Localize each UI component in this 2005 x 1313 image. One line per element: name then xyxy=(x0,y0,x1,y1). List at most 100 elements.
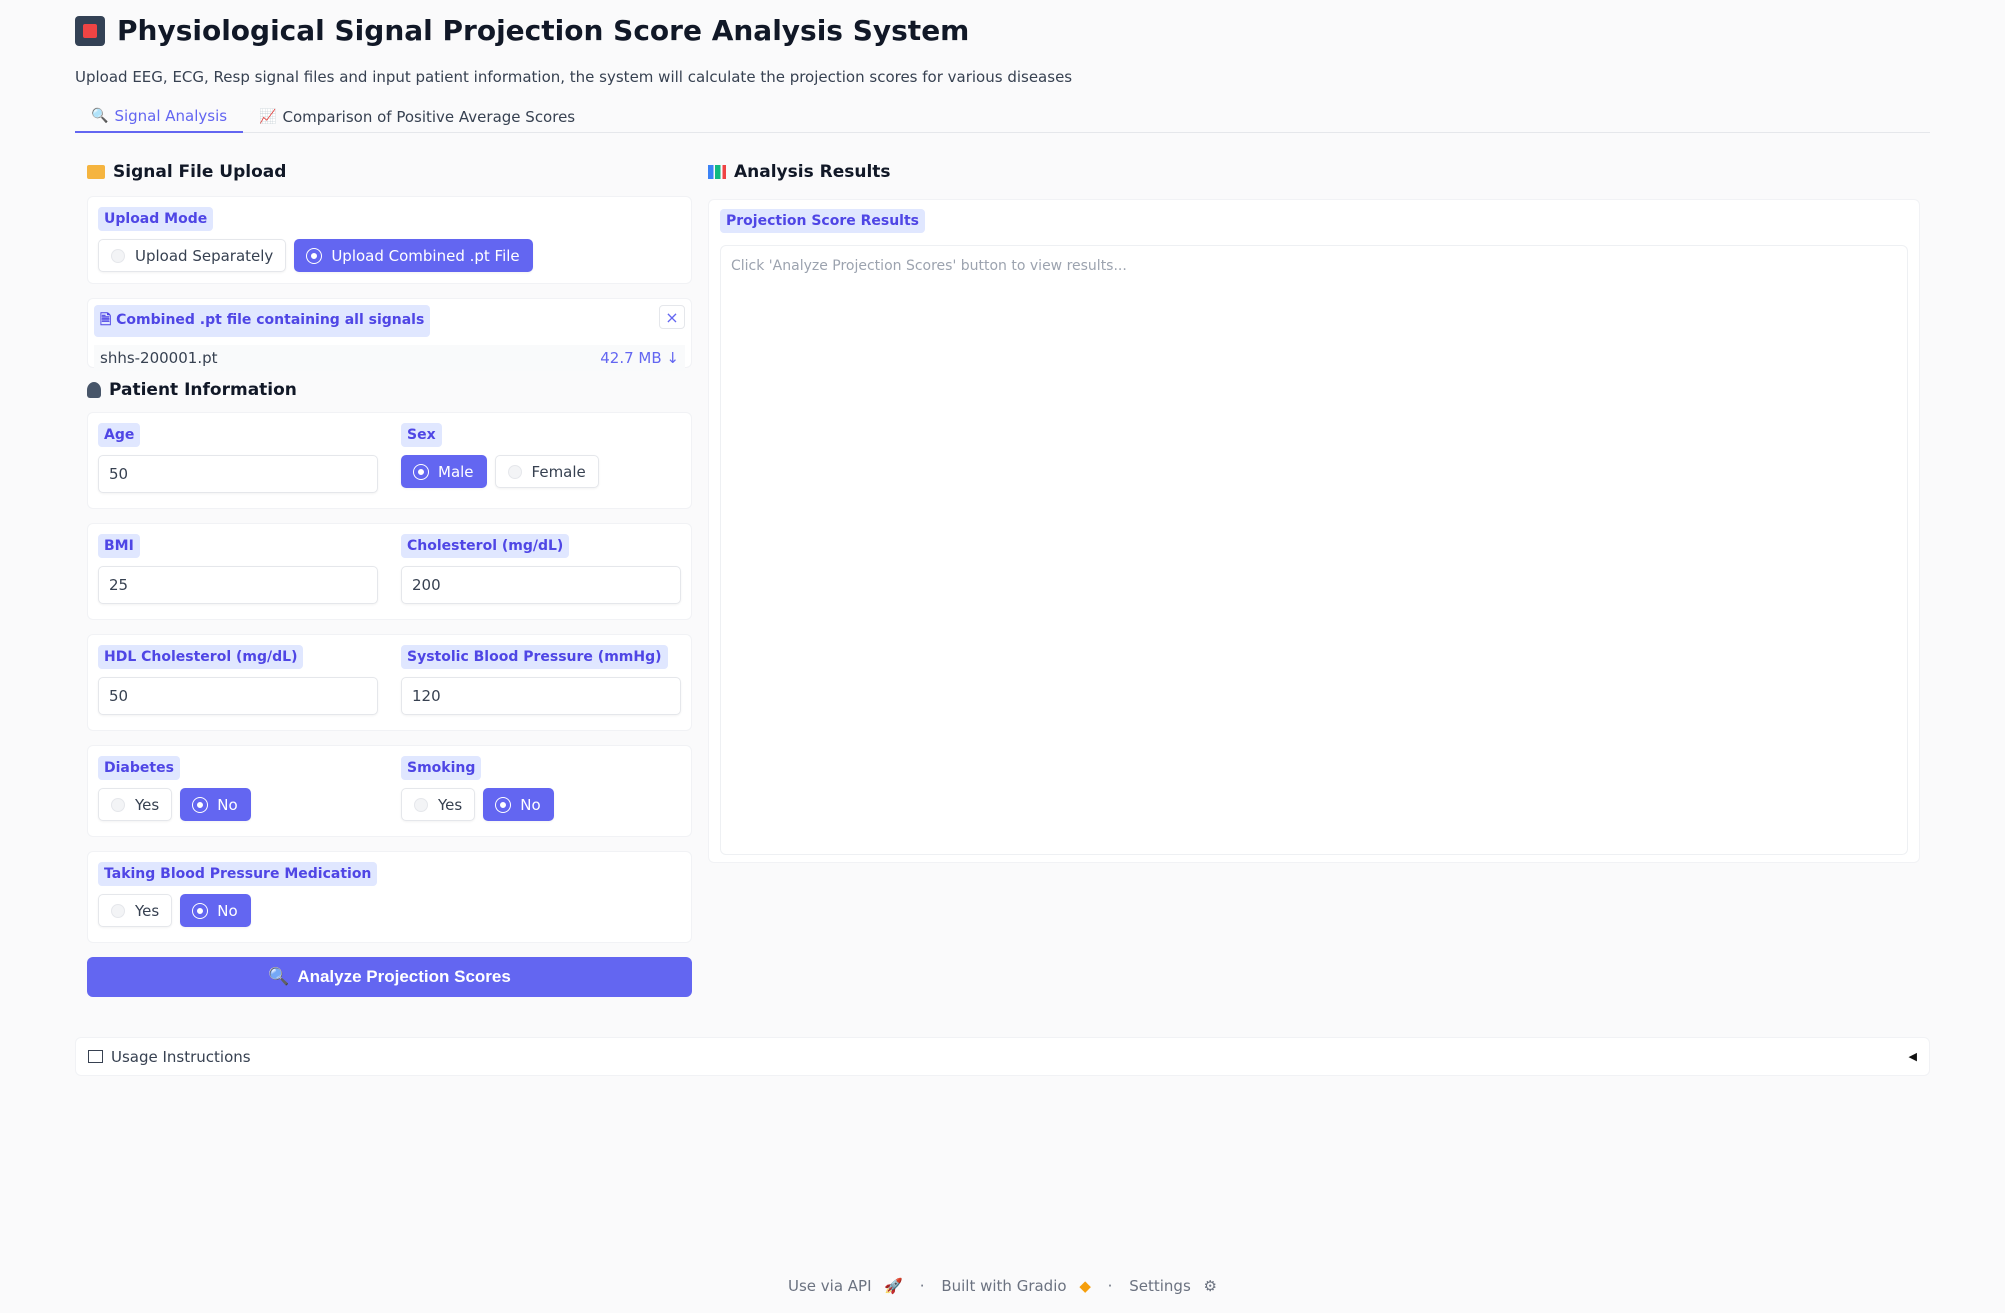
radio-label: Yes xyxy=(438,795,463,814)
api-link[interactable]: Use via API 🚀 xyxy=(784,1277,907,1295)
hdl-field: HDL Cholesterol (mg/dL) xyxy=(98,645,378,720)
page-subtitle: Upload EEG, ECG, Resp signal files and i… xyxy=(75,68,1073,86)
tab-label: Comparison of Positive Average Scores xyxy=(282,107,576,126)
bmi-label: BMI xyxy=(98,534,140,558)
sex-field: Sex Male Female xyxy=(401,423,681,498)
radio-label: Upload Separately xyxy=(135,246,274,265)
radio-label: Upload Combined .pt File xyxy=(331,246,520,265)
radio-dot xyxy=(414,797,428,812)
bpmed-yes-radio[interactable]: Yes xyxy=(98,894,173,927)
page-title-text: Physiological Signal Projection Score An… xyxy=(117,14,970,47)
tab-bar: 🔍 Signal Analysis 📈 Comparison of Positi… xyxy=(75,100,1930,133)
file-label-text: Combined .pt file containing all signals xyxy=(116,312,425,328)
file-row: shhs-200001.pt 42.7 MB ↓ xyxy=(94,345,685,371)
bmi-input[interactable] xyxy=(98,566,378,604)
cholesterol-label: Cholesterol (mg/dL) xyxy=(401,534,570,558)
patient-info-heading: Patient Information xyxy=(87,376,692,404)
chart-up-icon: 📈 xyxy=(259,108,277,125)
cholesterol-field: Cholesterol (mg/dL) xyxy=(401,534,681,609)
radio-label: Yes xyxy=(135,901,160,920)
bar-chart-icon xyxy=(708,165,726,179)
tab-label: Signal Analysis xyxy=(114,106,228,125)
diabetes-label: Diabetes xyxy=(98,756,180,780)
right-column: Analysis Results Projection Score Result… xyxy=(708,158,1920,863)
clear-file-button[interactable]: × xyxy=(659,305,685,329)
file-label: 🗎 Combined .pt file containing all signa… xyxy=(94,305,431,337)
radio-label: Female xyxy=(531,462,586,481)
radio-dot xyxy=(111,903,125,918)
hdl-label: HDL Cholesterol (mg/dL) xyxy=(98,645,304,669)
usage-label: Usage Instructions xyxy=(111,1047,251,1066)
age-label: Age xyxy=(98,423,141,447)
gradio-logo-icon: ◆ xyxy=(1079,1277,1091,1295)
radio-label: Yes xyxy=(135,795,160,814)
magnifier-icon: 🔍 xyxy=(268,967,290,986)
diabetes-yes-radio[interactable]: Yes xyxy=(98,788,173,821)
sex-label: Sex xyxy=(401,423,442,447)
radio-dot xyxy=(307,248,322,263)
radio-label: Male xyxy=(438,462,474,481)
upload-mode-label: Upload Mode xyxy=(98,207,214,231)
bpmed-no-radio[interactable]: No xyxy=(180,894,251,927)
radio-dot xyxy=(507,464,522,479)
sex-male-radio[interactable]: Male xyxy=(401,455,487,488)
section-title: Analysis Results xyxy=(734,162,891,182)
smoking-yes-radio[interactable]: Yes xyxy=(401,788,476,821)
file-size-download[interactable]: 42.7 MB ↓ xyxy=(600,349,679,367)
magnifier-icon: 🔍 xyxy=(91,107,109,124)
sbp-label: Systolic Blood Pressure (mmHg) xyxy=(401,645,668,669)
settings-link[interactable]: Settings ⚙ xyxy=(1125,1277,1221,1295)
separator: · xyxy=(919,1277,925,1295)
diabetes-smoking-block: Diabetes Yes No Smoking Yes No xyxy=(87,745,692,837)
radio-dot xyxy=(193,797,208,812)
tab-comparison[interactable]: 📈 Comparison of Positive Average Scores xyxy=(243,100,591,133)
usage-instructions-accordion[interactable]: Usage Instructions ◀ xyxy=(75,1037,1930,1076)
radio-dot xyxy=(496,797,511,812)
radio-dot xyxy=(414,464,428,479)
upload-combined-radio[interactable]: Upload Combined .pt File xyxy=(294,239,533,272)
footer-settings-text: Settings xyxy=(1129,1277,1191,1295)
sex-female-radio[interactable]: Female xyxy=(494,455,599,488)
gear-icon: ⚙ xyxy=(1203,1277,1217,1295)
bp-medication-block: Taking Blood Pressure Medication Yes No xyxy=(87,851,692,943)
page-title: Physiological Signal Projection Score An… xyxy=(75,14,969,47)
file-upload-block: 🗎 Combined .pt file containing all signa… xyxy=(87,298,692,371)
file-icon: 🗎 xyxy=(100,312,112,328)
analysis-results-heading: Analysis Results xyxy=(708,158,1920,186)
smoking-field: Smoking Yes No xyxy=(401,756,681,826)
upload-mode-block: Upload Mode Upload Separately Upload Com… xyxy=(87,196,692,284)
results-output[interactable]: Click 'Analyze Projection Scores' button… xyxy=(720,245,1908,855)
bmi-field: BMI xyxy=(98,534,378,609)
upload-separately-radio[interactable]: Upload Separately xyxy=(98,239,287,272)
cholesterol-input[interactable] xyxy=(401,566,681,604)
age-field: Age xyxy=(98,423,378,498)
diabetes-no-radio[interactable]: No xyxy=(180,788,251,821)
bmi-chol-block: BMI Cholesterol (mg/dL) xyxy=(87,523,692,620)
gradio-link[interactable]: Built with Gradio ◆ xyxy=(937,1277,1095,1295)
radio-dot xyxy=(111,797,125,812)
radio-label: No xyxy=(217,901,238,920)
left-column: Signal File Upload Upload Mode Upload Se… xyxy=(87,158,692,997)
caret-left-icon: ◀ xyxy=(1908,1050,1917,1063)
analyze-button[interactable]: 🔍 Analyze Projection Scores xyxy=(87,957,692,997)
footer-api-text: Use via API xyxy=(787,1277,872,1295)
separator: · xyxy=(1107,1277,1113,1295)
hdl-input[interactable] xyxy=(98,677,378,715)
radio-label: No xyxy=(217,795,238,814)
tab-signal-analysis[interactable]: 🔍 Signal Analysis xyxy=(75,100,244,133)
footer-built-text: Built with Gradio xyxy=(941,1277,1067,1295)
smoking-no-radio[interactable]: No xyxy=(483,788,554,821)
bp-medication-label: Taking Blood Pressure Medication xyxy=(98,862,378,886)
person-icon xyxy=(87,382,101,398)
notepad-icon xyxy=(88,1050,103,1063)
analyze-button-label: Analyze Projection Scores xyxy=(297,967,511,986)
results-placeholder: Click 'Analyze Projection Scores' button… xyxy=(731,258,1127,274)
age-input[interactable] xyxy=(98,455,378,493)
results-label: Projection Score Results xyxy=(720,209,925,233)
signal-upload-heading: Signal File Upload xyxy=(87,158,692,186)
rocket-icon: 🚀 xyxy=(884,1277,903,1295)
folder-icon xyxy=(87,165,105,179)
file-name: shhs-200001.pt xyxy=(100,349,218,367)
close-icon: × xyxy=(665,307,679,327)
sbp-input[interactable] xyxy=(401,677,681,715)
